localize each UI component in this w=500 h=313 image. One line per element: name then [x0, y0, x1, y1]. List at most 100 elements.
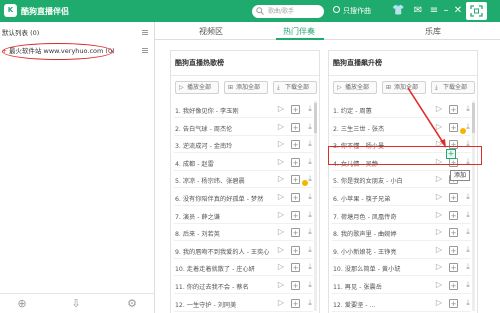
- tab-hot-accompaniment[interactable]: 热门伴奏: [283, 26, 315, 37]
- play-icon[interactable]: ▷: [276, 245, 286, 255]
- download-icon[interactable]: ⤓: [305, 139, 315, 149]
- plus-icon[interactable]: +: [291, 105, 300, 114]
- play-icon[interactable]: ▷: [276, 122, 286, 132]
- song-row[interactable]: 1. 约定 - 周蕙 ▷ + ⤓: [332, 101, 471, 118]
- song-row[interactable]: 5. 凉凉 - 杨宗纬、张碧晨 ▷ + ⤓: [174, 171, 313, 189]
- play-icon[interactable]: ▷: [434, 245, 444, 255]
- download-icon[interactable]: ⤓: [305, 157, 315, 167]
- play-icon[interactable]: ▷: [276, 174, 286, 184]
- play-icon[interactable]: ▷: [276, 210, 286, 220]
- download-icon[interactable]: ⤓: [305, 104, 315, 114]
- play-icon[interactable]: ▷: [434, 210, 444, 220]
- play-icon[interactable]: ▷: [276, 262, 286, 272]
- play-all-button[interactable]: ▷ 播放全部: [333, 81, 377, 94]
- plus-icon[interactable]: +: [291, 140, 300, 150]
- add-list-icon[interactable]: ⊕: [16, 297, 28, 310]
- plus-icon[interactable]: +: [449, 228, 458, 238]
- plus-icon[interactable]: +: [291, 157, 300, 167]
- song-row[interactable]: 4. 成都 - 赵雷 ▷ + ⤓: [174, 154, 313, 171]
- plus-icon[interactable]: +: [291, 228, 300, 238]
- play-icon[interactable]: ▷: [434, 227, 444, 237]
- download-all-button[interactable]: ⤓ 下载全部: [273, 81, 317, 94]
- download-icon[interactable]: ⤓: [305, 262, 315, 272]
- close-icon[interactable]: ✕: [452, 5, 464, 17]
- add-song-button-hover[interactable]: +: [446, 149, 456, 159]
- plus-icon[interactable]: +: [291, 122, 300, 132]
- song-row[interactable]: 8. 我的歌声里 - 曲婉婷 ▷ + ⤓: [332, 224, 473, 242]
- play-icon[interactable]: ▷: [434, 280, 444, 290]
- song-row[interactable]: 10. 没那么简单 - 黄小琥 ▷ + ⤓: [332, 259, 471, 277]
- only-song-label[interactable]: 只搜作曲: [343, 6, 371, 16]
- menu-icon[interactable]: [142, 30, 148, 35]
- download-icon[interactable]: ⤓: [305, 245, 315, 255]
- play-icon[interactable]: ▷: [276, 192, 286, 202]
- download-icon[interactable]: ⤓: [305, 227, 315, 237]
- song-row[interactable]: 2. 三生三世 - 张杰 ▷ + ⤓: [332, 119, 471, 136]
- song-row[interactable]: 9. 小小新娘花 - 王铮亮 ▷ + ⤓: [332, 242, 471, 259]
- shirt-icon[interactable]: 👕: [392, 5, 404, 17]
- play-icon[interactable]: ▷: [276, 298, 286, 308]
- tab-library[interactable]: 乐库: [425, 26, 441, 37]
- playlist-default[interactable]: 默认列表 (0): [2, 24, 152, 42]
- download-icon[interactable]: ⤓: [305, 210, 315, 220]
- scan-button[interactable]: [466, 2, 487, 20]
- play-icon[interactable]: ▷: [276, 139, 286, 149]
- menu-icon[interactable]: [142, 48, 148, 53]
- plus-icon[interactable]: +: [449, 105, 458, 114]
- download-icon[interactable]: ⤓: [463, 227, 473, 237]
- play-icon[interactable]: ▷: [434, 174, 444, 184]
- download-icon[interactable]: ⤓: [305, 298, 315, 308]
- song-row[interactable]: 6. 没有你陪伴真的好孤单 - 梦然 ▷ + ⤓: [174, 189, 313, 206]
- add-all-button[interactable]: ⊞ 添加全部: [382, 81, 426, 94]
- download-icon[interactable]: ⤓: [463, 104, 473, 114]
- plus-icon[interactable]: +: [449, 122, 458, 132]
- play-icon[interactable]: ▷: [434, 298, 444, 308]
- plus-icon[interactable]: +: [449, 298, 458, 308]
- only-song-checkbox[interactable]: [333, 6, 340, 13]
- download-icon[interactable]: ⤓: [463, 210, 473, 220]
- plus-icon[interactable]: +: [291, 193, 300, 202]
- minimize-icon[interactable]: –: [440, 5, 452, 17]
- song-row[interactable]: 1. 我好像见你 - 李玉刚 ▷ + ⤓: [174, 101, 313, 118]
- plus-icon[interactable]: +: [291, 175, 300, 185]
- play-icon[interactable]: ▷: [276, 104, 286, 114]
- song-row[interactable]: 7. 荷塘月色 - 凤凰传奇 ▷ + ⤓: [332, 207, 471, 224]
- plus-icon[interactable]: +: [449, 281, 458, 290]
- download-icon[interactable]: ⤓: [463, 280, 473, 290]
- song-row[interactable]: 9. 我的唇吻不到我爱的人 - 王奕心 ▷ + ⤓: [174, 242, 313, 259]
- play-icon[interactable]: ▷: [276, 280, 286, 290]
- add-all-button[interactable]: ⊞ 添加全部: [224, 81, 268, 94]
- song-row[interactable]: 11. 再见 - 张震岳 ▷ + ⤓: [332, 277, 471, 294]
- download-icon[interactable]: ⤓: [463, 245, 473, 255]
- song-row[interactable]: 12. 一生守护 - 刘同美 ▷ + ⤓: [174, 295, 313, 312]
- download-icon[interactable]: ⤓: [305, 122, 315, 132]
- plus-icon[interactable]: +: [449, 193, 458, 202]
- settings-icon[interactable]: ⚙: [126, 297, 138, 310]
- play-icon[interactable]: ▷: [276, 227, 286, 237]
- tab-video[interactable]: 视频区: [199, 26, 223, 37]
- plus-icon[interactable]: +: [291, 245, 300, 255]
- plus-icon[interactable]: +: [449, 263, 458, 273]
- mail-icon[interactable]: ✉: [412, 5, 424, 17]
- import-icon[interactable]: ⇩: [70, 297, 82, 310]
- download-all-button[interactable]: ⤓ 下载全部: [431, 81, 475, 94]
- song-row[interactable]: 2. 告白气球 - 周杰伦 ▷ + ⤓: [174, 119, 313, 136]
- menu-icon[interactable]: ≡: [428, 5, 440, 17]
- plus-icon[interactable]: +: [291, 210, 300, 220]
- song-row[interactable]: 3. 逆流成河 - 金南玲 ▷ + ⤓: [174, 136, 315, 154]
- plus-icon[interactable]: +: [291, 263, 300, 273]
- download-icon[interactable]: ⤓: [305, 280, 315, 290]
- play-icon[interactable]: ▷: [434, 192, 444, 202]
- play-icon[interactable]: ▷: [434, 104, 444, 114]
- song-row[interactable]: 8. 后来 - 刘若英 ▷ + ⤓: [174, 224, 315, 242]
- plus-icon[interactable]: +: [291, 281, 300, 290]
- song-row[interactable]: 10. 走着走着就散了 - 庄心妍 ▷ + ⤓: [174, 259, 315, 277]
- search-input[interactable]: 歌曲/歌手: [252, 5, 324, 18]
- plus-icon[interactable]: +: [449, 245, 458, 255]
- song-row[interactable]: 12. 爱要坚 - ... ▷ + ⤓: [332, 295, 471, 312]
- plus-icon[interactable]: +: [291, 298, 300, 308]
- download-icon[interactable]: ⤓: [305, 192, 315, 202]
- download-icon[interactable]: ⤓: [463, 192, 473, 202]
- song-row[interactable]: 7. 演员 - 薛之谦 ▷ + ⤓: [174, 207, 313, 224]
- play-icon[interactable]: ▷: [276, 157, 286, 167]
